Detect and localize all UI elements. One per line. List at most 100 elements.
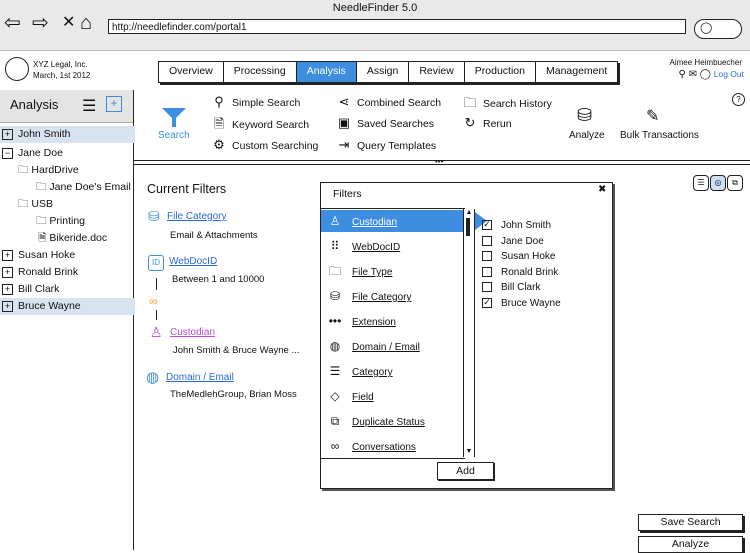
custodian-checkbox-bill-clark[interactable]: Bill Clark	[482, 282, 540, 293]
tree-item-harddrive[interactable]: 🗀 HardDrive	[18, 162, 79, 179]
combined-search-button[interactable]: ⋖ Combined Search	[336, 94, 442, 110]
forward-arrow-icon[interactable]: ⇨	[32, 13, 49, 33]
user-actions: ⚲ ✉ ◯ Log Out	[662, 69, 744, 80]
filter-option-file-category[interactable]: ⛁ File Category	[324, 285, 462, 307]
filter-list-scrollbar[interactable]: ▲ ▼	[463, 209, 475, 457]
custodian-checkbox-bruce-wayne[interactable]: ✓ Bruce Wayne	[482, 298, 561, 309]
filter-option-webdocid[interactable]: ⠿ WebDocID	[324, 235, 462, 257]
copy-view-icon[interactable]: ⧉	[727, 175, 743, 191]
tree-item-bikeride-doc[interactable]: 🗎 Bikeride.doc	[38, 230, 107, 247]
filter-option-domain-email[interactable]: ◍ Domain / Email	[324, 335, 462, 357]
tree-item-printing[interactable]: 🗀 Printing	[36, 213, 85, 230]
checkbox-icon[interactable]	[482, 236, 492, 247]
list-view-icon[interactable]: ☰	[82, 96, 96, 116]
tab-production[interactable]: Production	[464, 62, 536, 82]
add-folder-icon[interactable]: +	[106, 96, 122, 112]
analyze-button[interactable]: Analyze	[638, 536, 743, 553]
logout-link[interactable]: Log Out	[714, 69, 744, 79]
mail-icon[interactable]: ✉	[689, 69, 697, 80]
scrollbar-thumb[interactable]	[466, 218, 470, 236]
splitter-handle-icon[interactable]: •••	[435, 157, 443, 166]
tree-item-jane-doe[interactable]: − Jane Doe	[0, 145, 63, 162]
filter-option-extension[interactable]: ••• Extension	[324, 310, 462, 332]
close-icon[interactable]: ✖	[598, 184, 606, 195]
filter-link-file-category[interactable]: File Category	[167, 211, 226, 222]
user-icon[interactable]: ⚲	[678, 69, 685, 80]
tree-item-bill-clark[interactable]: + Bill Clark	[0, 281, 59, 298]
folder-icon: 🗀	[36, 181, 50, 193]
tab-review[interactable]: Review	[409, 62, 465, 82]
analyze-toolbar-button[interactable]: Analyze	[569, 130, 605, 141]
save-search-button[interactable]: Save Search	[638, 514, 743, 531]
custodian-checkbox-susan-hoke[interactable]: Susan Hoke	[482, 251, 555, 262]
add-filter-button[interactable]: Add	[437, 462, 494, 480]
document-icon: 🗎	[38, 232, 50, 244]
search-history-button[interactable]: 🗀 Search History	[462, 94, 551, 116]
custodian-checkbox-jane-doe[interactable]: Jane Doe	[482, 236, 544, 247]
tab-analysis[interactable]: Analysis	[296, 62, 357, 82]
search-button[interactable]: Search	[158, 130, 190, 141]
back-arrow-icon[interactable]: ⇦	[4, 13, 21, 33]
filter-option-field[interactable]: ◇ Field	[324, 385, 462, 407]
saved-searches-button[interactable]: ▣ Saved Searches	[336, 115, 434, 131]
bulk-transactions-button[interactable]: Bulk Transactions	[620, 130, 699, 141]
custom-searching-button[interactable]: ⚙ Custom Searching	[211, 137, 318, 153]
browser-search-field[interactable]: ◯	[694, 19, 742, 39]
database-icon[interactable]: ⛁	[577, 105, 592, 126]
expand-icon[interactable]: +	[2, 300, 13, 312]
filter-link-webdocid[interactable]: WebDocID	[169, 256, 217, 267]
tree-item-john-smith[interactable]: + John Smith	[0, 126, 135, 143]
list-view-toggle-icon[interactable]: ☰	[693, 175, 709, 191]
link-chain-icon[interactable]: ∞	[149, 294, 158, 308]
database-icon: ⛁	[148, 208, 160, 224]
url-field[interactable]: http://needlefinder.com/portal1	[108, 19, 686, 34]
filter-link-domain-email[interactable]: Domain / Email	[166, 372, 234, 383]
scroll-down-icon[interactable]: ▼	[464, 448, 474, 455]
tab-overview[interactable]: Overview	[159, 62, 224, 82]
bulk-edit-icon[interactable]: ✎	[646, 106, 659, 126]
expand-icon[interactable]: +	[2, 266, 13, 278]
tree-item-jane-doe-email[interactable]: 🗀 Jane Doe's Email	[36, 179, 131, 196]
checkbox-checked-icon[interactable]: ✓	[482, 220, 492, 231]
custodian-checkbox-ronald-brink[interactable]: Ronald Brink	[482, 267, 558, 278]
expand-icon[interactable]: +	[2, 128, 13, 140]
filter-option-duplicate-status[interactable]: ⧉ Duplicate Status	[324, 410, 462, 432]
share-icon: ⋖	[338, 94, 350, 109]
window-title: NeedleFinder 5.0	[332, 2, 418, 14]
filter-value-domain-email: TheMedlehGroup, Brian Moss	[170, 389, 297, 400]
tab-assign[interactable]: Assign	[356, 62, 410, 82]
keyword-search-button[interactable]: 🗎 Keyword Search	[211, 115, 309, 137]
simple-search-button[interactable]: ⚲ Simple Search	[211, 94, 300, 110]
home-icon[interactable]: ⌂	[80, 13, 92, 33]
tab-management[interactable]: Management	[535, 62, 618, 82]
scroll-up-icon[interactable]: ▲	[464, 209, 474, 216]
filter-option-category[interactable]: ☰ Category	[324, 360, 462, 382]
expand-icon[interactable]: +	[2, 249, 13, 261]
tree-item-ronald-brink[interactable]: + Ronald Brink	[0, 264, 78, 281]
tree-item-bruce-wayne[interactable]: + Bruce Wayne	[0, 298, 135, 315]
filter-link-custodian[interactable]: Custodian	[170, 327, 215, 338]
tab-processing[interactable]: Processing	[223, 62, 297, 82]
tree-item-usb[interactable]: 🗀 USB	[18, 196, 53, 213]
expand-icon[interactable]: +	[2, 283, 13, 295]
close-icon[interactable]: ✕	[62, 13, 75, 33]
checkbox-checked-icon[interactable]: ✓	[482, 298, 492, 309]
checkbox-icon[interactable]	[482, 282, 492, 293]
gear-icon: ⚙	[213, 137, 225, 152]
rerun-button[interactable]: ↻ Rerun	[462, 115, 512, 131]
custodian-checkbox-john-smith[interactable]: ✓ John Smith	[482, 220, 551, 231]
checkbox-icon[interactable]	[482, 251, 492, 262]
tree-item-susan-hoke[interactable]: + Susan Hoke	[0, 247, 75, 264]
grid-view-toggle-icon[interactable]: ◎	[710, 175, 726, 191]
query-templates-button[interactable]: ⇥ Query Templates	[336, 137, 437, 153]
checkbox-icon[interactable]	[482, 267, 492, 278]
filter-option-custodian[interactable]: ♙ Custodian	[321, 210, 464, 232]
help-icon[interactable]: ?	[732, 93, 745, 106]
search-funnel-icon[interactable]	[162, 108, 186, 131]
chat-icon[interactable]: ◯	[700, 69, 711, 80]
current-filters-title: Current Filters	[147, 182, 227, 196]
filter-option-conversations[interactable]: ∞ Conversations	[324, 435, 462, 457]
link-chain-icon: ∞	[330, 439, 340, 453]
collapse-icon[interactable]: −	[2, 147, 13, 159]
filter-option-file-type[interactable]: 🗀 File Type	[324, 260, 462, 282]
